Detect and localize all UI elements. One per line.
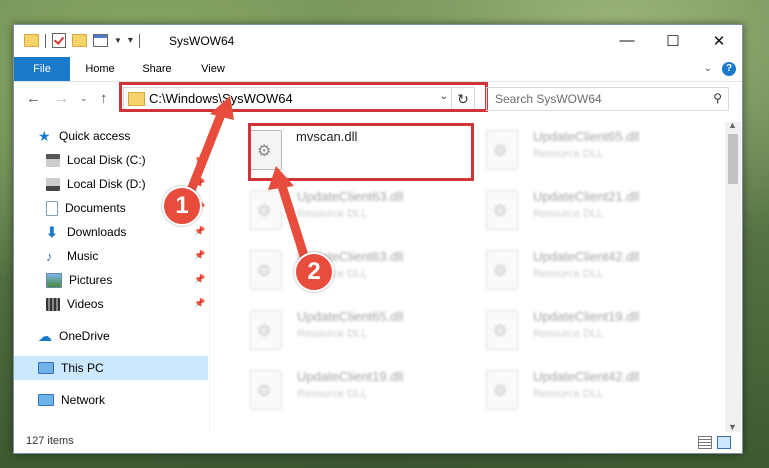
arrow-2-head — [268, 166, 294, 190]
annotation-arrows — [183, 96, 311, 267]
arrow-1-shaft — [183, 107, 227, 203]
arrow-2-shaft — [277, 181, 311, 267]
step-marker-1: 1 — [162, 186, 202, 226]
arrow-1-head — [210, 96, 234, 120]
step-marker-2: 2 — [294, 252, 334, 292]
